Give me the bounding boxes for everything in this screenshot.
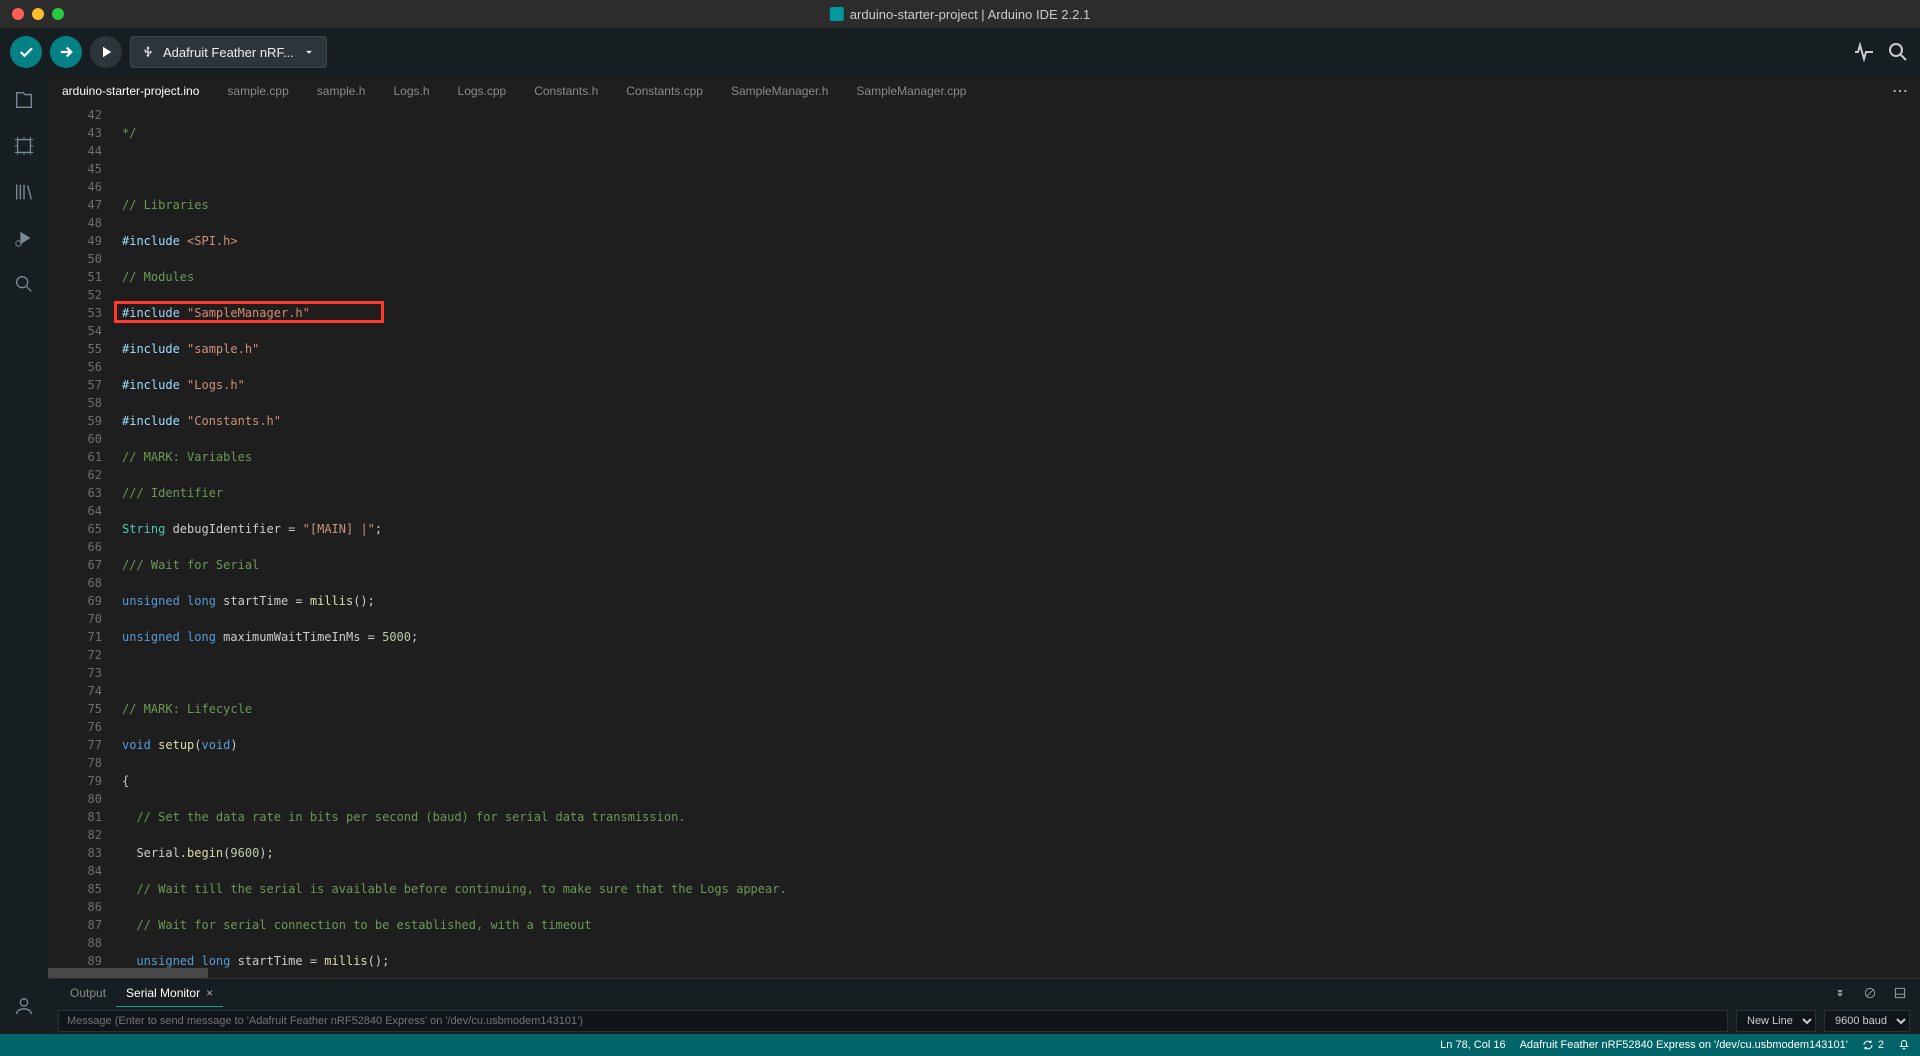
output-tab[interactable]: Output (60, 979, 116, 1007)
board-name: Adafruit Feather nRF... (163, 45, 294, 60)
maximize-window-button[interactable] (52, 8, 64, 20)
board-selector[interactable]: Adafruit Feather nRF... (130, 36, 327, 68)
window-title: arduino-starter-project | Arduino IDE 2.… (830, 7, 1090, 22)
tab-constants-cpp[interactable]: Constants.cpp (612, 76, 717, 106)
window-title-text: arduino-starter-project | Arduino IDE 2.… (850, 7, 1090, 22)
editor-tabs: arduino-starter-project.ino sample.cpp s… (48, 76, 1920, 106)
connected-board[interactable]: Adafruit Feather nRF52840 Express on '/d… (1520, 1039, 1848, 1051)
magnify-icon (1886, 40, 1910, 64)
tab-overflow-button[interactable]: ⋯ (1880, 81, 1920, 101)
scrollbar-thumb[interactable] (48, 968, 208, 978)
account-icon[interactable] (10, 992, 38, 1020)
bell-icon (1898, 1039, 1910, 1051)
sync-icon (1862, 1039, 1874, 1051)
layout-icon (1893, 986, 1907, 1000)
code-content[interactable]: */ // Libraries #include <SPI.h> // Modu… (118, 106, 1920, 968)
tab-sample-cpp[interactable]: sample.cpp (213, 76, 302, 106)
status-bar: Ln 78, Col 16 Adafruit Feather nRF52840 … (0, 1034, 1920, 1056)
verify-button[interactable] (10, 36, 42, 68)
library-manager-icon[interactable] (10, 178, 38, 206)
close-window-button[interactable] (12, 8, 24, 20)
boards-manager-icon[interactable] (10, 132, 38, 160)
usb-icon (141, 45, 155, 59)
pulse-icon (1852, 40, 1876, 64)
baud-rate-select[interactable]: 9600 baud (1824, 1010, 1910, 1032)
clear-output-button[interactable] (1860, 983, 1880, 1003)
serial-monitor-button[interactable] (1886, 40, 1910, 64)
bottom-panel: Output Serial Monitor × (48, 978, 1920, 1034)
tab-logs-h[interactable]: Logs.h (379, 76, 443, 106)
panel-layout-button[interactable] (1890, 983, 1910, 1003)
panel-toggle-down-button[interactable] (1830, 983, 1850, 1003)
chevron-down-icon (302, 45, 316, 59)
minimize-window-button[interactable] (32, 8, 44, 20)
play-debug-icon (97, 43, 115, 61)
cancel-circle-icon (1863, 986, 1877, 1000)
code-editor[interactable]: 4243444546474849505152535455565758596061… (48, 106, 1920, 968)
close-icon[interactable]: × (206, 986, 213, 1000)
serial-plotter-button[interactable] (1852, 40, 1876, 64)
tab-samplemanager-cpp[interactable]: SampleManager.cpp (842, 76, 980, 106)
tab-sample-h[interactable]: sample.h (303, 76, 380, 106)
arduino-icon (830, 7, 844, 21)
tab-main-sketch[interactable]: arduino-starter-project.ino (48, 76, 213, 106)
debug-button[interactable] (90, 36, 122, 68)
titlebar: arduino-starter-project | Arduino IDE 2.… (0, 0, 1920, 28)
line-gutter: 4243444546474849505152535455565758596061… (48, 106, 118, 968)
arrow-right-icon (57, 43, 75, 61)
serial-monitor-tab[interactable]: Serial Monitor × (116, 979, 223, 1007)
search-icon[interactable] (10, 270, 38, 298)
check-icon (17, 43, 35, 61)
activity-bar (0, 76, 48, 1034)
debug-icon[interactable] (10, 224, 38, 252)
close-status-button[interactable] (1898, 1039, 1910, 1051)
horizontal-scrollbar[interactable] (48, 968, 1920, 978)
tab-constants-h[interactable]: Constants.h (520, 76, 612, 106)
line-ending-select[interactable]: New Line (1736, 1010, 1816, 1032)
serial-message-input[interactable] (58, 1010, 1728, 1032)
traffic-lights (0, 8, 64, 20)
chevrons-down-icon (1833, 986, 1847, 1000)
notifications-button[interactable]: 2 (1862, 1039, 1884, 1051)
tab-samplemanager-h[interactable]: SampleManager.h (717, 76, 842, 106)
toolbar: Adafruit Feather nRF... (0, 28, 1920, 76)
upload-button[interactable] (50, 36, 82, 68)
sketchbook-icon[interactable] (10, 86, 38, 114)
cursor-position[interactable]: Ln 78, Col 16 (1440, 1039, 1505, 1051)
tab-logs-cpp[interactable]: Logs.cpp (444, 76, 521, 106)
